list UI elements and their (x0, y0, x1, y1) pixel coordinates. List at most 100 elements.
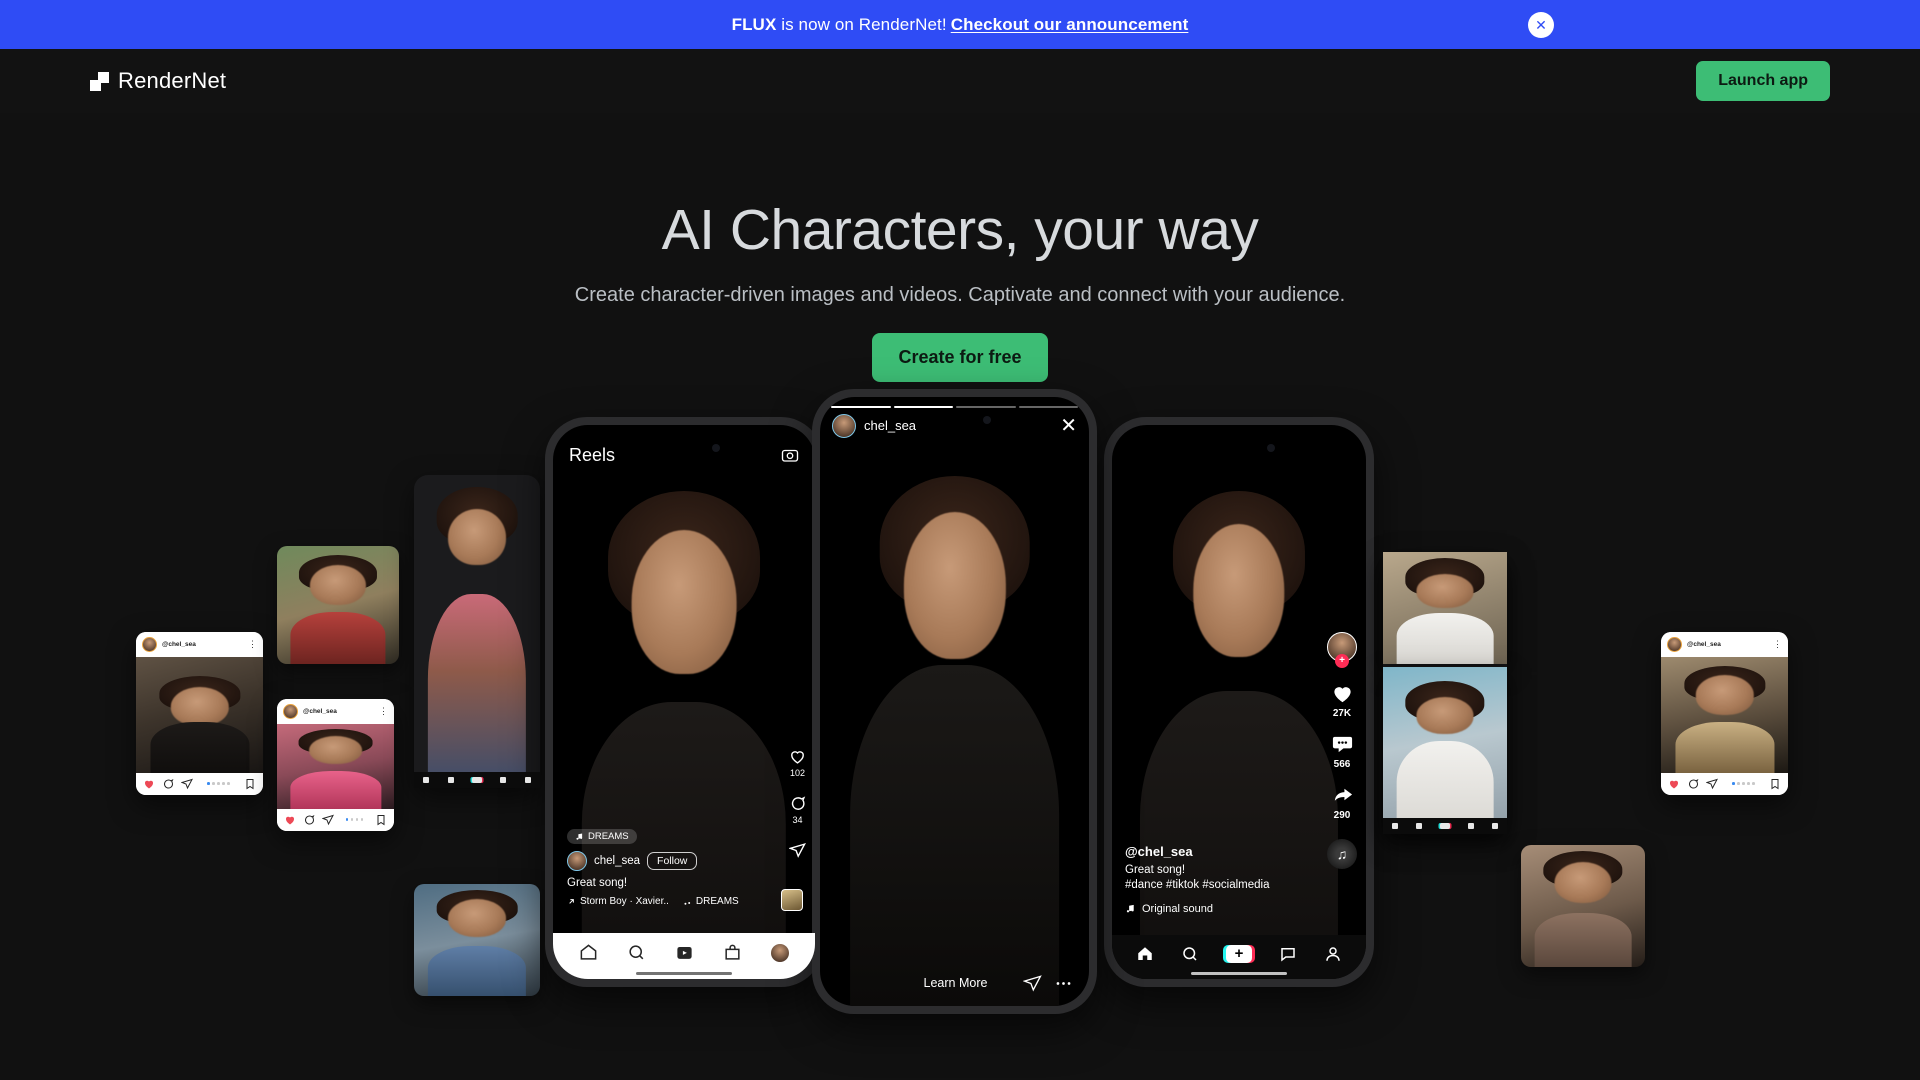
plus-icon[interactable]: + (1225, 944, 1252, 963)
bookmark-icon[interactable] (1769, 778, 1781, 790)
avatar (283, 703, 298, 719)
more-horizontal-icon[interactable] (1054, 974, 1073, 993)
post-header: @chel_sea ⋮ (277, 698, 394, 724)
bookmark-icon[interactable] (375, 814, 387, 826)
more-vertical-icon[interactable]: ⋮ (248, 640, 257, 649)
tiktok-comment[interactable]: 566 (1331, 733, 1354, 770)
share-icon[interactable] (181, 778, 193, 790)
announcement-brand: FLUX (731, 14, 777, 34)
hero-section: AI Characters, your way Create character… (0, 113, 1920, 382)
search-icon[interactable] (1181, 945, 1199, 963)
instagram-post-card[interactable]: @chel_sea ⋮ (277, 698, 394, 831)
bookmark-icon[interactable] (244, 778, 256, 790)
carousel-dots (345, 818, 364, 821)
home-icon[interactable] (579, 943, 598, 962)
tiktok-profile[interactable]: + (1327, 631, 1357, 668)
arrow-up-right-icon (569, 898, 574, 904)
launch-app-button[interactable]: Launch app (1696, 61, 1830, 101)
instagram-story-phone: chel_sea ✕ Learn More (812, 388, 1097, 1014)
tiktok-like[interactable]: 27K (1331, 682, 1354, 719)
reels-badge-label: DREAMS (588, 830, 629, 842)
comment-icon[interactable] (303, 814, 315, 826)
comment-icon[interactable] (789, 795, 806, 812)
post-header: @chel_sea ⋮ (136, 631, 263, 657)
mini-bottom-nav (414, 771, 540, 788)
tiktok-hashtags[interactable]: #dance #tiktok #socialmedia (1125, 878, 1269, 894)
share-arrow-icon[interactable] (1331, 784, 1354, 807)
profile-avatar-icon[interactable] (770, 943, 789, 962)
heart-icon[interactable] (1331, 682, 1354, 705)
music-note-icon (1126, 905, 1134, 913)
share-icon[interactable] (1706, 778, 1718, 790)
shop-icon[interactable] (723, 943, 742, 962)
reels-audio-track[interactable]: Storm Boy · Xavier.. (567, 896, 669, 907)
instagram-reels-phone: Reels 102 34 DREAMS chel_sea Follow Grea… (545, 416, 823, 987)
reels-header: Reels (569, 445, 799, 466)
tiktok-action-rail: + 27K 566 290 ♫ (1327, 631, 1357, 869)
tiktok-username[interactable]: @chel_sea (1125, 844, 1269, 859)
share-icon[interactable] (322, 814, 334, 826)
avatar (1667, 636, 1682, 652)
more-vertical-icon[interactable]: ⋮ (379, 707, 388, 716)
send-icon[interactable] (789, 842, 806, 859)
tiktok-sound-row[interactable]: Original sound (1125, 903, 1269, 915)
create-for-free-button[interactable]: Create for free (872, 332, 1048, 382)
announcement-link[interactable]: Checkout our announcement (951, 15, 1189, 34)
avatar[interactable] (832, 413, 856, 438)
instagram-post-card[interactable]: @chel_sea ⋮ (1661, 631, 1788, 795)
avatar[interactable] (567, 850, 587, 871)
carousel-dots (1732, 782, 1755, 785)
showcase-stage: @chel_sea ⋮ @chel_sea ⋮ Reels 102 34 DRE… (0, 388, 1920, 1080)
music-note-icon (684, 901, 691, 905)
heart-icon[interactable] (284, 814, 296, 826)
announcement-message: is now on RenderNet! (776, 14, 947, 34)
reels-username: chel_sea (594, 854, 641, 867)
home-icon[interactable] (1136, 945, 1154, 963)
close-icon[interactable]: ✕ (1060, 416, 1077, 436)
tiktok-note-icon[interactable]: ♫ (1327, 838, 1357, 869)
tiktok-share[interactable]: 290 (1331, 784, 1354, 821)
post-image (1661, 656, 1788, 773)
story-progress-bars (831, 405, 1078, 408)
reels-like-count: 102 (789, 767, 806, 778)
logo[interactable]: RenderNet (90, 68, 226, 94)
heart-icon[interactable] (789, 748, 806, 765)
comment-icon[interactable] (162, 778, 174, 790)
post-actions (136, 772, 263, 795)
tiktok-caption: Great song! (1125, 863, 1186, 876)
heart-icon[interactable] (143, 778, 155, 790)
showcase-tile (277, 545, 399, 664)
reels-comment[interactable]: 34 (789, 795, 806, 825)
follow-button[interactable]: Follow (647, 851, 698, 870)
post-username: @chel_sea (303, 707, 337, 715)
reels-icon[interactable] (675, 943, 694, 962)
page-title: AI Characters, your way (661, 198, 1259, 262)
comment-icon[interactable] (1331, 733, 1354, 756)
carousel-dots (207, 782, 230, 785)
post-username: @chel_sea (1687, 640, 1721, 648)
phone-notch (1192, 434, 1286, 461)
heart-icon[interactable] (1668, 778, 1680, 790)
announcement-text: FLUX is now on RenderNet! Checkout our an… (732, 15, 1189, 35)
story-header: chel_sea ✕ (832, 413, 1077, 438)
reels-comment-count: 34 (792, 814, 803, 825)
camera-icon[interactable] (781, 446, 799, 464)
home-indicator (636, 971, 732, 975)
instagram-post-card[interactable]: @chel_sea ⋮ (136, 631, 263, 795)
plus-icon[interactable]: + (1335, 653, 1349, 668)
close-icon[interactable]: ✕ (1528, 11, 1554, 38)
more-vertical-icon[interactable]: ⋮ (1773, 640, 1782, 649)
reels-share[interactable] (789, 842, 806, 859)
story-footer: Learn More (820, 974, 1089, 993)
search-icon[interactable] (627, 943, 646, 962)
reels-audio-badge[interactable]: DREAMS (567, 828, 637, 844)
announcement-banner: FLUX is now on RenderNet! Checkout our an… (0, 0, 1920, 49)
inbox-icon[interactable] (1279, 945, 1297, 963)
reels-like[interactable]: 102 (789, 748, 806, 778)
reels-audio-thumbnail[interactable] (781, 888, 803, 911)
reels-audio-title[interactable]: DREAMS (683, 896, 739, 907)
profile-icon[interactable] (1324, 945, 1342, 963)
learn-more-button[interactable]: Learn More (872, 976, 988, 990)
send-icon[interactable] (1023, 974, 1042, 993)
comment-icon[interactable] (1687, 778, 1699, 790)
